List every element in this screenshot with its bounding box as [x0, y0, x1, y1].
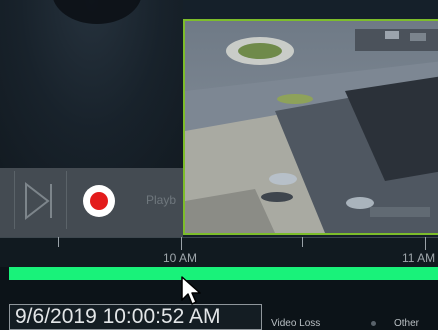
recording-timeline-bar[interactable] [9, 267, 438, 280]
video-area: Playb [0, 0, 438, 237]
ruler-line [0, 237, 438, 238]
legend-other-dot [371, 321, 376, 326]
empty-video-pane [0, 0, 183, 168]
playback-mode-label: Playb [146, 193, 177, 207]
ptz-dial[interactable] [52, 0, 142, 24]
status-row: 9/6/2019 10:00:52 AM Video Loss Other [0, 300, 438, 330]
skip-next-icon [25, 181, 52, 221]
ruler-tick [181, 237, 182, 250]
timeline-ruler: 10 AM 11 AM [0, 237, 438, 267]
camera-feed-image [185, 21, 438, 233]
record-button[interactable] [83, 185, 115, 217]
tick-label-10am: 10 AM [163, 251, 198, 265]
ruler-tick [425, 237, 426, 250]
tick-label-11am: 11 AM [402, 251, 436, 265]
camera-view-tile[interactable] [183, 19, 438, 235]
playback-datetime-field[interactable]: 9/6/2019 10:00:52 AM [9, 304, 262, 330]
record-icon [90, 192, 108, 210]
ruler-tick [302, 237, 303, 247]
control-separator [14, 171, 15, 229]
legend-video-loss: Video Loss [271, 318, 321, 329]
ruler-tick [58, 237, 59, 247]
legend-other: Other [394, 318, 420, 329]
mouse-pointer-icon [181, 276, 201, 305]
control-separator [66, 171, 67, 229]
skip-next-button[interactable] [20, 180, 60, 222]
